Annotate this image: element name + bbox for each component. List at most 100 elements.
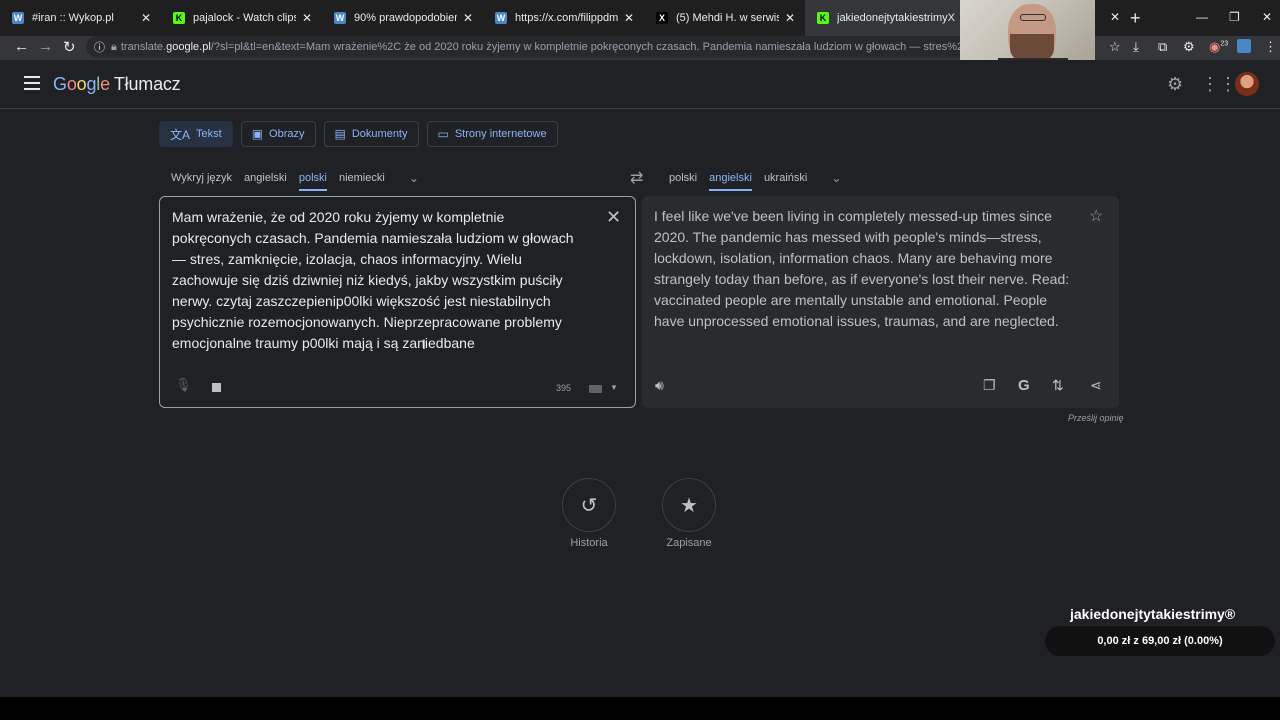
tab-title: jakiedonejtytakiestrimyX	[837, 12, 955, 24]
minimize-icon[interactable]: —	[1196, 10, 1208, 24]
chevron-down-icon[interactable]: ⌄	[831, 171, 841, 185]
site-info-icon[interactable]: ⓘ	[94, 39, 105, 55]
close-tab-icon[interactable]: ✕	[785, 11, 795, 25]
source-lang-german[interactable]: niemiecki	[339, 165, 385, 191]
browser-tab[interactable]: Whttps://x.com/filippdm/status ✕	[483, 0, 644, 36]
history-icon: ↺	[580, 494, 598, 517]
image-icon: ▣	[251, 127, 264, 141]
browser-tab[interactable]: W #iran :: Wykop.pl ✕	[0, 0, 161, 36]
download-icon[interactable]: ⤓	[1133, 39, 1139, 55]
stop-icon[interactable]	[212, 383, 221, 392]
history-button[interactable]: ↺	[562, 478, 616, 532]
saved-label: Zapisane	[666, 537, 712, 549]
extension-s-icon[interactable]	[1237, 39, 1251, 53]
mode-tab-text[interactable]: 文A Tekst	[159, 121, 233, 147]
google-g-icon[interactable]: G	[1018, 377, 1030, 394]
source-textarea[interactable]: Mam wrażenie, że od 2020 roku żyjemy w k…	[172, 207, 582, 354]
restore-icon[interactable]: ❐	[1229, 10, 1240, 24]
tab-title: pajalock - Watch clips on Kick	[193, 12, 296, 24]
browser-tab[interactable]: Kpajalock - Watch clips on Kick ✕	[161, 0, 322, 36]
stream-name-overlay: jakiedonejtytakiestrimy®	[1070, 606, 1236, 622]
source-language-bar: Wykryj język angielski polski niemiecki …	[171, 165, 419, 191]
mode-tab-documents[interactable]: ▤ Dokumenty	[323, 121, 419, 147]
target-lang-english[interactable]: angielski	[709, 165, 752, 191]
mode-tabs: 文A Tekst ▣ Obrazy ▤ Dokumenty ▭ Strony inter…	[159, 121, 558, 147]
new-tab-icon[interactable]: +	[1130, 8, 1141, 29]
tab-title: #iran :: Wykop.pl	[32, 12, 114, 24]
close-tab-icon[interactable]: ✕	[141, 11, 151, 25]
target-language-bar: polski angielski ukraiński ⌄	[669, 165, 841, 191]
share-icon[interactable]: ⋖	[1090, 377, 1102, 394]
close-tab-icon[interactable]: ✕	[302, 11, 312, 25]
extension-badge-icon[interactable]: ◉23	[1209, 39, 1228, 55]
google-translate-logo[interactable]: Google Tłumacz	[53, 74, 181, 95]
mode-label: Obrazy	[269, 128, 305, 140]
source-lang-detect[interactable]: Wykryj język	[171, 165, 232, 191]
logo-letter: G	[53, 74, 67, 94]
mode-label: Tekst	[196, 128, 222, 140]
browser-tab[interactable]: X (5) Mehdi H. w serwisie X: „Se ✕	[644, 0, 805, 36]
character-count: 395	[556, 383, 572, 393]
forward-icon[interactable]: →	[38, 38, 53, 55]
translate-page: Google Tłumacz ⚙ ⋮⋮ 文A Tekst ▣ Obrazy ▤ Doku…	[0, 60, 1280, 697]
source-text-panel: Mam wrażenie, że od 2020 roku żyjemy w k…	[159, 196, 636, 408]
star-icon: ★	[680, 494, 698, 517]
microphone-icon[interactable]: 🎙︎	[175, 377, 192, 393]
clear-text-icon[interactable]: ✕	[606, 207, 621, 228]
mode-tab-images[interactable]: ▣ Obrazy	[240, 121, 316, 147]
target-lang-ukrainian[interactable]: ukraiński	[764, 165, 807, 191]
bookmark-star-icon[interactable]: ☆	[1109, 39, 1121, 55]
account-avatar[interactable]	[1235, 72, 1259, 96]
speaker-icon[interactable]: 🔊︎	[655, 377, 664, 394]
target-lang-polish[interactable]: polski	[669, 165, 697, 191]
tab-favicon: W	[334, 12, 346, 24]
extension-badge-count: 23	[1220, 40, 1229, 48]
main-menu-icon[interactable]	[24, 76, 40, 90]
extension-icon[interactable]: ⚙	[1183, 39, 1195, 55]
mode-tab-websites[interactable]: ▭ Strony internetowe	[426, 121, 558, 147]
mode-label: Dokumenty	[351, 128, 408, 140]
copy-icon[interactable]: ❐	[983, 377, 996, 394]
browser-menu-icon[interactable]: ⋮	[1264, 39, 1277, 55]
reload-icon[interactable]: ↻	[63, 38, 76, 56]
url-domain: google.pl	[166, 41, 211, 53]
tab-favicon: W	[495, 12, 507, 24]
source-lang-polish[interactable]: polski	[298, 165, 327, 191]
settings-gear-icon[interactable]: ⚙	[1167, 74, 1183, 95]
swap-languages-icon[interactable]: ⇄	[630, 168, 643, 188]
translation-text: I feel like we've been living in complet…	[654, 208, 1070, 329]
rate-translation-icon[interactable]: ⇅	[1052, 377, 1064, 394]
tab-title: 90% prawdopodobieństwa, że	[354, 12, 457, 24]
webcam-glasses	[1020, 14, 1046, 21]
source-lang-english[interactable]: angielski	[244, 165, 287, 191]
donation-goal-badge: 0,00 zł z 69,00 zł (0.00%)	[1045, 626, 1275, 656]
header-divider	[0, 108, 1280, 109]
tab-title: https://x.com/filippdm/status	[515, 12, 618, 24]
document-icon: ▤	[334, 127, 346, 141]
translate-icon: 文A	[170, 127, 191, 142]
saved-button[interactable]: ★	[662, 478, 716, 532]
text-cursor-icon: I	[422, 336, 426, 352]
tab-favicon: K	[173, 12, 185, 24]
browser-tab[interactable]: W 90% prawdopodobieństwa, że ✕	[322, 0, 483, 36]
chevron-down-icon[interactable]: ⌄	[409, 171, 419, 185]
product-name: Tłumacz	[113, 74, 181, 94]
send-feedback-link[interactable]: Prześlij opinię	[1068, 413, 1124, 423]
tab-title: (5) Mehdi H. w serwisie X: „Se	[676, 12, 779, 24]
back-icon[interactable]: ←	[14, 38, 29, 55]
history-label: Historia	[570, 537, 608, 549]
chevron-down-icon[interactable]: ▼	[610, 383, 618, 392]
apps-grid-icon[interactable]: ⋮⋮	[1201, 74, 1237, 95]
lock-icon: 🔒︎	[111, 40, 117, 53]
url-bar[interactable]: ⓘ 🔒︎ translate. google.pl/?sl=pl&tl=en&te…	[86, 36, 1086, 58]
logo-letter: e	[100, 74, 110, 94]
browser-tab-active[interactable]: KjakiedonejtytakiestrimyX	[805, 0, 966, 36]
save-star-icon[interactable]: ☆	[1089, 206, 1103, 226]
close-tab-icon[interactable]: ✕	[1110, 10, 1120, 24]
window-close-icon[interactable]: ✕	[1262, 10, 1272, 24]
close-tab-icon[interactable]: ✕	[624, 11, 634, 25]
logo-letter: o	[76, 74, 87, 94]
close-tab-icon[interactable]: ✕	[463, 11, 473, 25]
extensions-icon[interactable]: ⧉	[1158, 39, 1167, 55]
keyboard-icon[interactable]	[589, 385, 602, 393]
